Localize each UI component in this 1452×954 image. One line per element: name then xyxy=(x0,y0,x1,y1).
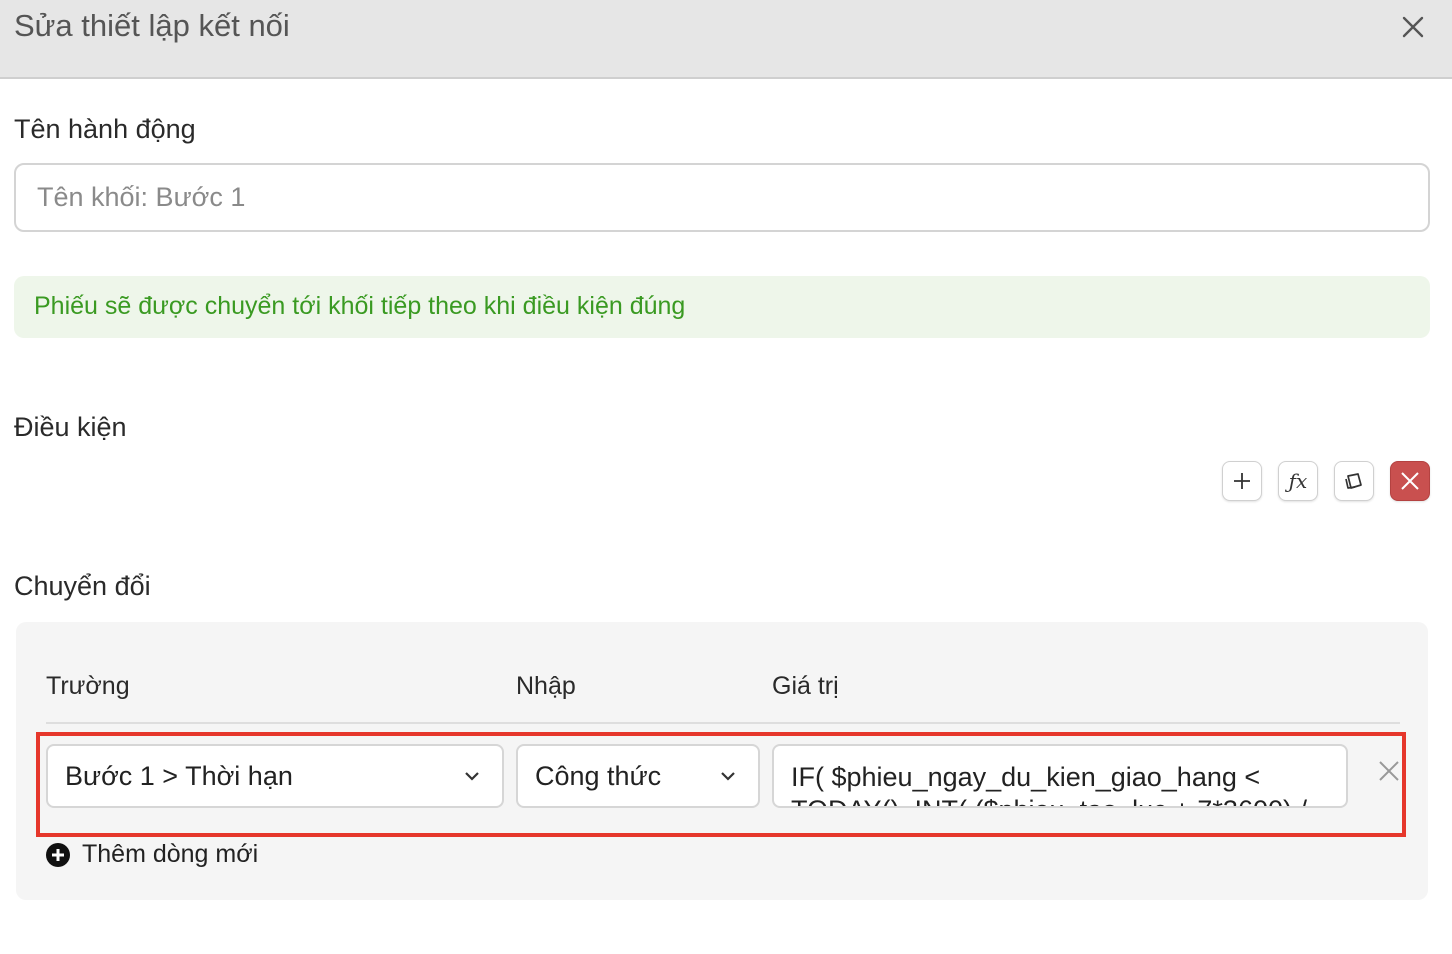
close-icon xyxy=(1379,761,1399,781)
add-row-label: Thêm dòng mới xyxy=(82,840,259,868)
dialog-header: Sửa thiết lập kết nối xyxy=(0,0,1452,79)
chevron-down-icon xyxy=(465,772,479,781)
value-formula-text: IF( $phieu_ngay_du_kien_giao_hang < TODA… xyxy=(791,762,1307,806)
column-header-input: Nhập xyxy=(516,672,576,700)
clipboard-icon xyxy=(1345,473,1362,489)
chevron-down-icon xyxy=(721,772,735,781)
action-name-input[interactable] xyxy=(14,163,1430,232)
header-divider xyxy=(46,722,1400,724)
delete-condition-button[interactable] xyxy=(1390,461,1430,501)
add-condition-button[interactable] xyxy=(1222,461,1262,501)
remove-row-button[interactable] xyxy=(1376,758,1402,784)
field-select[interactable]: Bước 1 > Thời hạn xyxy=(46,744,504,808)
column-header-value: Giá trị xyxy=(772,672,839,700)
plus-icon xyxy=(1234,473,1250,489)
dialog-title: Sửa thiết lập kết nối xyxy=(14,8,290,43)
plus-circle-icon xyxy=(46,842,70,867)
action-name-label: Tên hành động xyxy=(14,114,196,144)
field-select-value: Bước 1 > Thời hạn xyxy=(65,761,293,791)
close-dialog-button[interactable] xyxy=(1396,10,1430,44)
transform-label: Chuyển đổi xyxy=(14,571,151,601)
input-type-select[interactable]: Công thức xyxy=(516,744,760,808)
add-row-button[interactable]: Thêm dòng mới xyxy=(46,840,258,869)
value-formula-field[interactable]: IF( $phieu_ngay_du_kien_giao_hang < TODA… xyxy=(772,744,1348,808)
formula-condition-button[interactable]: ƒx xyxy=(1278,461,1318,501)
column-header-field: Trường xyxy=(46,672,130,700)
close-icon xyxy=(1401,472,1419,490)
info-message: Phiếu sẽ được chuyển tới khối tiếp theo … xyxy=(14,276,1430,338)
fx-icon: ƒx xyxy=(1288,469,1308,493)
copy-condition-button[interactable] xyxy=(1334,461,1374,501)
close-icon xyxy=(1402,16,1424,38)
input-type-select-value: Công thức xyxy=(535,761,662,791)
conditions-label: Điều kiện xyxy=(14,412,127,442)
